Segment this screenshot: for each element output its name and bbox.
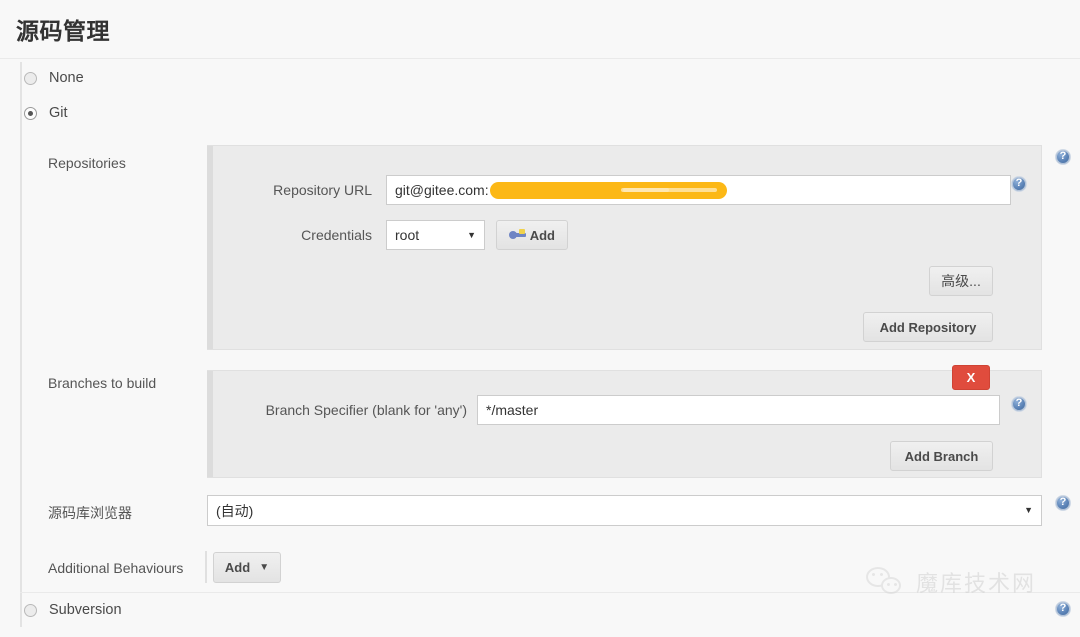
branch-specifier-label: Branch Specifier (blank for 'any') (265, 402, 467, 418)
help-icon-glyph: ? (1059, 496, 1067, 508)
left-rail-divider (20, 62, 22, 627)
repository-url-value: git@gitee.com: (395, 182, 489, 198)
repositories-panel-rail (207, 146, 213, 349)
add-credentials-label: Add (529, 227, 555, 243)
credentials-select[interactable]: root ▼ (386, 220, 485, 250)
help-icon-glyph: ? (1015, 177, 1023, 189)
radio-git[interactable] (24, 106, 37, 120)
delete-branch-button[interactable]: X (952, 365, 990, 390)
subversion-divider (20, 592, 1080, 593)
additional-behaviours-rail (205, 551, 207, 583)
radio-label-git: Git (49, 105, 68, 121)
credentials-label: Credentials (301, 227, 372, 243)
page-title: 源码管理 (16, 18, 110, 44)
credentials-selected-value: root (395, 227, 420, 243)
help-icon-glyph: ? (1059, 150, 1067, 162)
help-icon-repositories[interactable]: ? (1055, 149, 1071, 165)
branches-panel: Branch Specifier (blank for 'any') */mas… (207, 370, 1042, 478)
radio-row-none[interactable]: None (24, 70, 84, 86)
branch-specifier-row: Branch Specifier (blank for 'any') */mas… (245, 395, 1000, 425)
help-icon-repository-browser[interactable]: ? (1055, 495, 1071, 511)
radio-row-subversion[interactable]: Subversion (24, 602, 122, 618)
branch-specifier-value: */master (486, 402, 539, 418)
help-icon-glyph: ? (1059, 602, 1067, 614)
radio-row-git[interactable]: Git (24, 105, 68, 121)
add-repository-button[interactable]: Add Repository (863, 312, 993, 342)
radio-none[interactable] (24, 71, 37, 85)
repository-url-input[interactable]: git@gitee.com: (386, 175, 1011, 205)
help-icon-subversion[interactable]: ? (1055, 601, 1071, 617)
help-icon-branch-specifier[interactable]: ? (1011, 396, 1027, 412)
add-branch-button[interactable]: Add Branch (890, 441, 993, 471)
repository-url-row: Repository URL git@gitee.com: (247, 175, 1011, 205)
chevron-down-icon: ▼ (259, 562, 270, 573)
repository-url-label: Repository URL (273, 182, 372, 198)
add-credentials-button[interactable]: Add (496, 220, 568, 250)
radio-label-subversion: Subversion (49, 602, 122, 618)
branches-panel-rail (207, 371, 213, 477)
repository-browser-label: 源码库浏览器 (48, 505, 132, 521)
watermark-text: 魔库技术网 (916, 571, 1037, 596)
branch-specifier-input[interactable]: */master (477, 395, 1000, 425)
add-behaviour-label: Add (224, 560, 251, 575)
watermark: 魔库技术网 (866, 566, 1036, 598)
chevron-down-icon: ▼ (467, 229, 476, 240)
repository-browser-select[interactable]: (自动) ▼ (207, 495, 1042, 526)
branches-label: Branches to build (48, 375, 157, 391)
chevron-down-icon: ▼ (1024, 505, 1033, 515)
title-divider (0, 58, 1080, 59)
key-icon (509, 229, 526, 241)
advanced-button[interactable]: 高级... (929, 266, 993, 296)
repository-browser-selected-value: (自动) (216, 502, 254, 519)
repository-url-redaction (489, 181, 727, 199)
radio-label-none: None (49, 70, 84, 86)
repositories-label: Repositories (48, 155, 126, 171)
help-icon-repository-url[interactable]: ? (1011, 176, 1027, 192)
add-behaviour-button[interactable]: Add ▼ (213, 552, 281, 583)
credentials-row: Credentials root ▼ Add (247, 220, 568, 250)
repositories-panel: Repository URL git@gitee.com: Credential… (207, 145, 1042, 350)
help-icon-glyph: ? (1015, 397, 1023, 409)
additional-behaviours-label: Additional Behaviours (48, 560, 184, 576)
scm-config-page: 源码管理 None Git Repositories Repository UR… (0, 0, 1080, 637)
radio-subversion[interactable] (24, 603, 37, 617)
